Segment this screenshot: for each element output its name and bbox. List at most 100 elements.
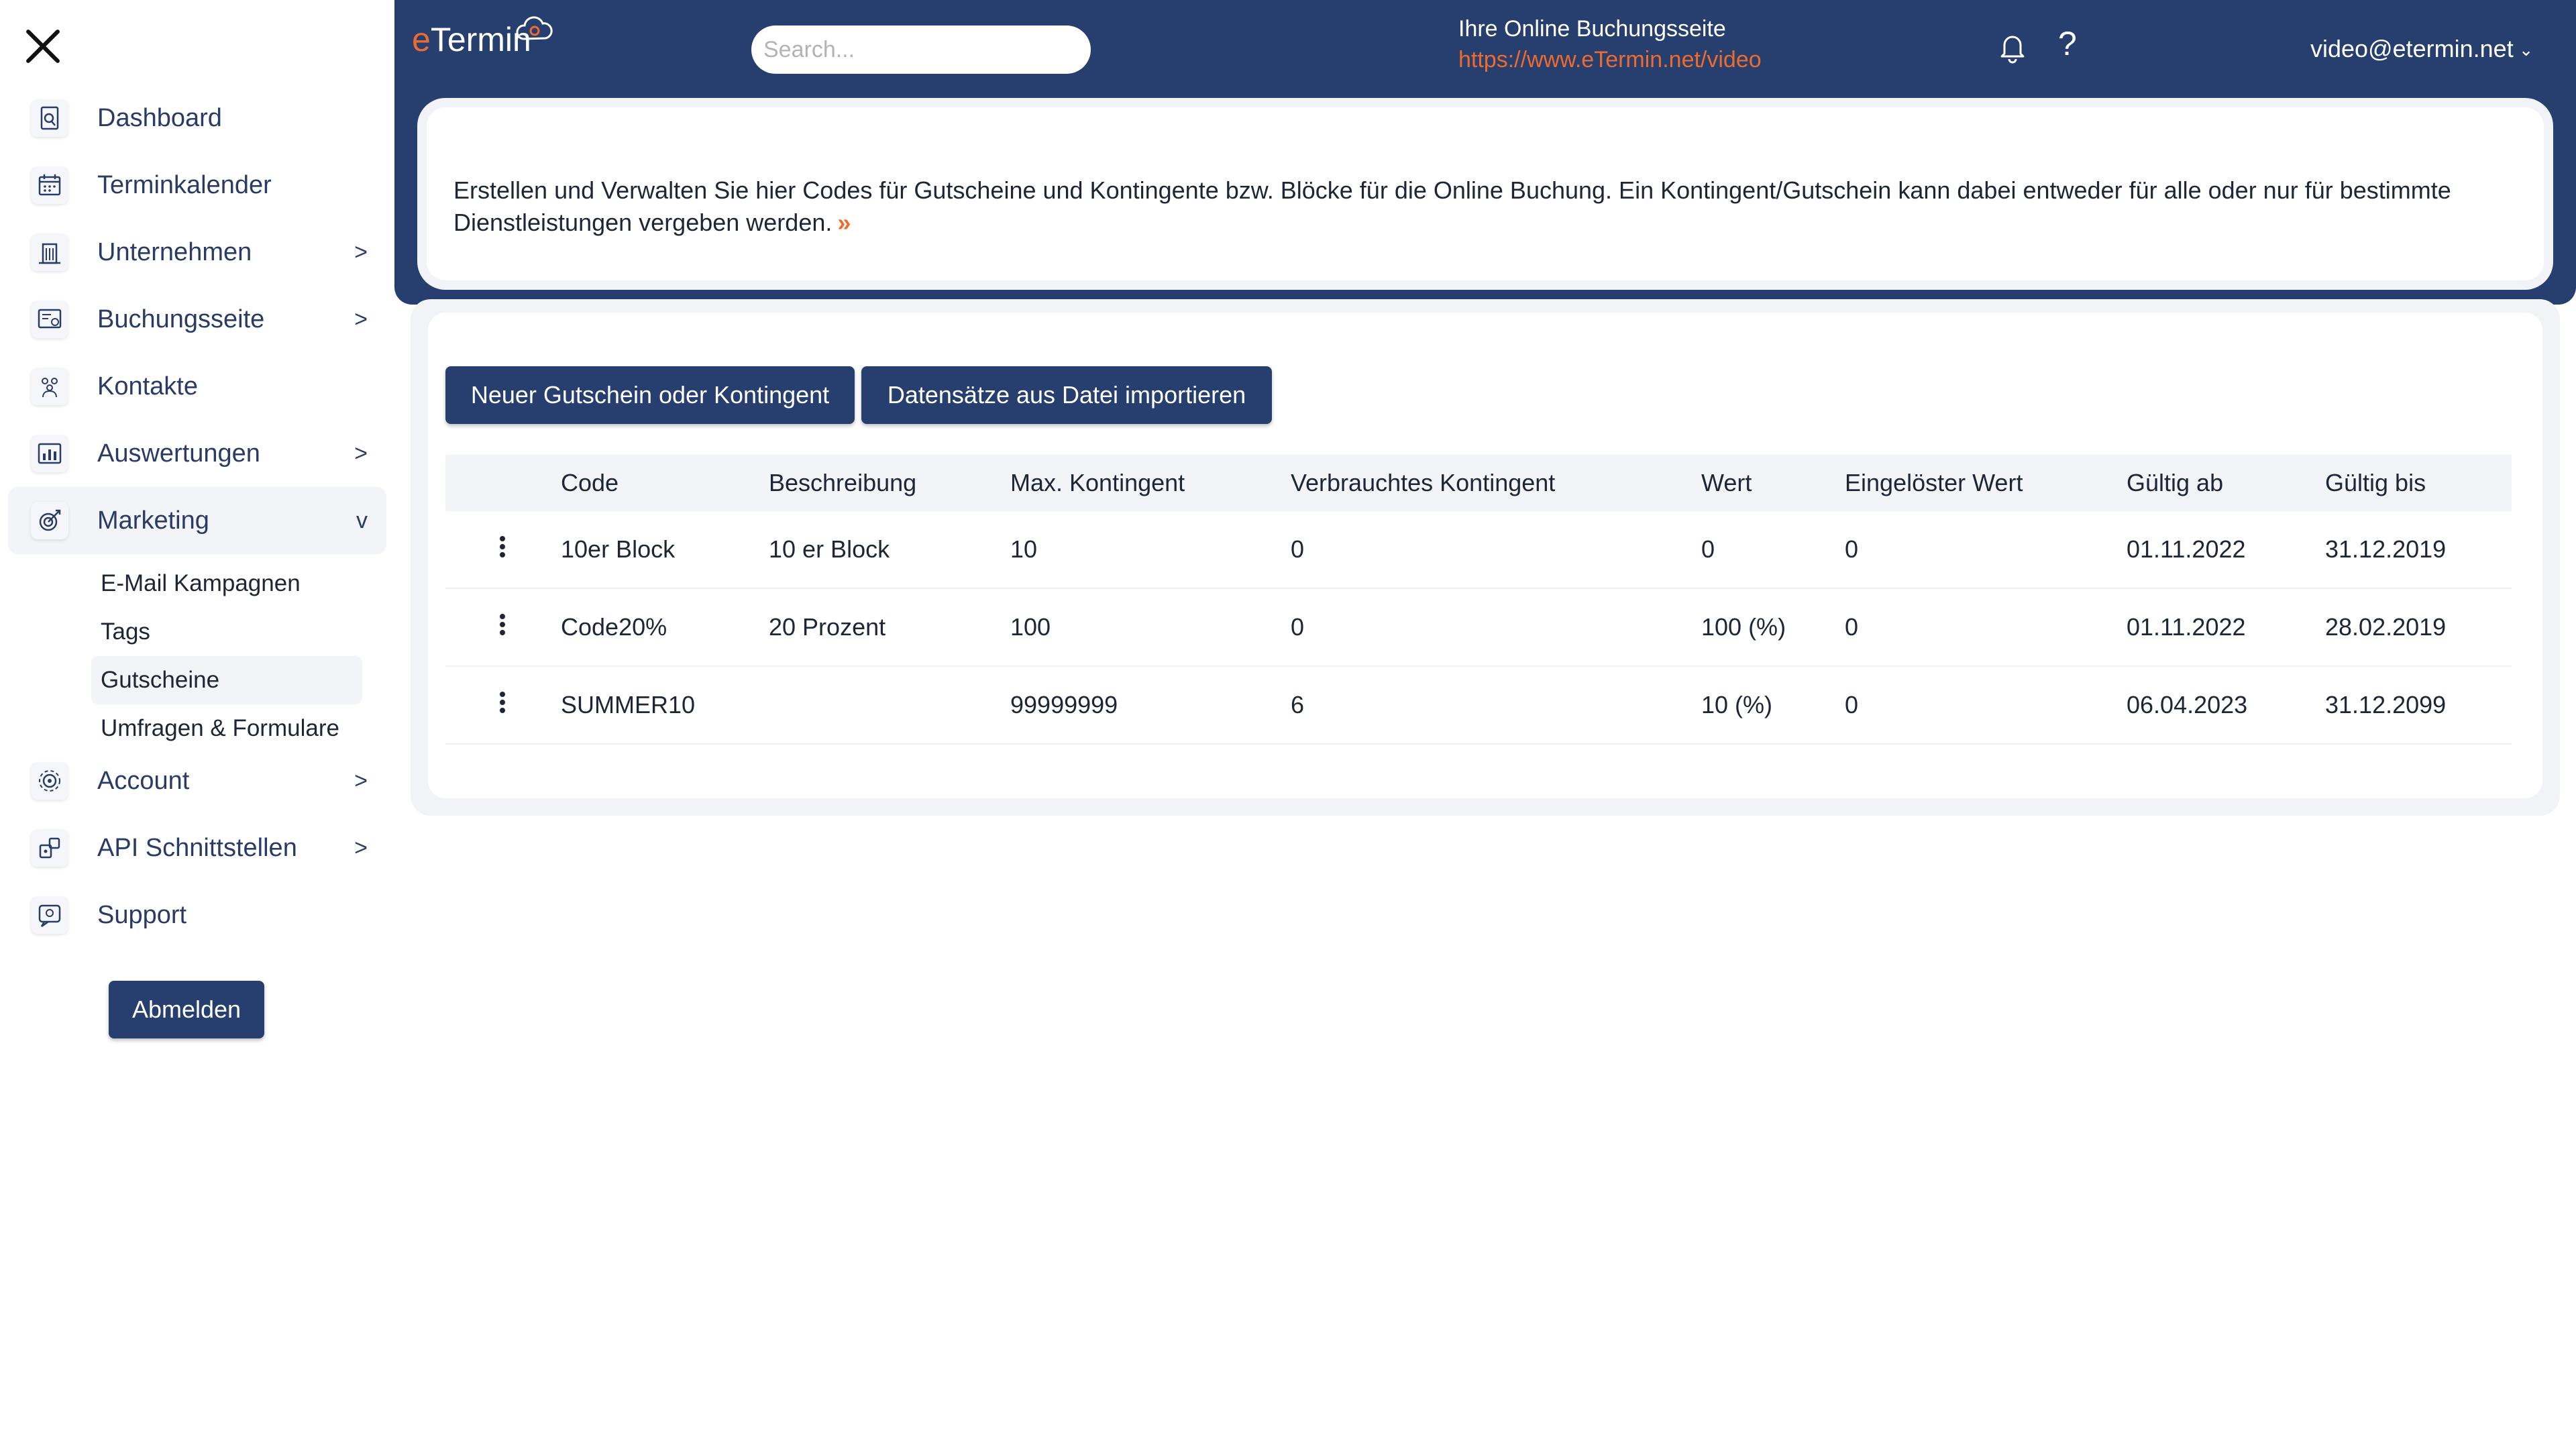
row-actions-cell [445,588,561,667]
new-voucher-button[interactable]: Neuer Gutschein oder Kontingent [445,366,855,424]
expand-arrow: > [354,239,368,265]
subnav-item-gutscheine[interactable]: Gutscheine [91,656,362,704]
cell-verbrauchtes-kontingent: 0 [1291,588,1701,667]
sidebar: Dashboard Terminkalender Unternehmen > B… [0,0,394,1449]
cell-eingeloester-wert: 0 [1845,511,2127,589]
subnav-item-email-kampagnen[interactable]: E-Mail Kampagnen [91,559,362,608]
collapse-arrow: v [356,508,368,533]
sidebar-item-marketing[interactable]: Marketing v [8,487,386,554]
row-actions-cell [445,666,561,745]
cell-wert: 10 (%) [1701,666,1845,745]
cell-verbrauchtes-kontingent: 0 [1291,511,1701,589]
cell-eingeloester-wert: 0 [1845,666,2127,745]
column-header-max-kontingent[interactable]: Max. Kontingent [1010,455,1291,511]
sidebar-item-label: Buchungsseite [97,305,265,333]
intro-card: Erstellen und Verwalten Sie hier Codes f… [427,107,2544,280]
cell-gueltig-bis: 31.12.2019 [2325,511,2512,589]
account-icon [31,762,68,800]
sidebar-item-label: Auswertungen [97,439,260,468]
subnav-item-umfragen[interactable]: Umfragen & Formulare [91,704,362,753]
expand-arrow: > [354,835,368,861]
cell-max-kontingent: 100 [1010,588,1291,667]
sidebar-nav-lower: Account > API Schnittstellen > Support [8,747,386,949]
subnav-item-tags[interactable]: Tags [91,608,362,656]
table-row: Code20% 20 Prozent 100 0 100 (%) 0 01.11… [445,588,2512,667]
cell-gueltig-ab: 06.04.2023 [2127,666,2325,745]
column-header-eingeloester-wert[interactable]: Eingelöster Wert [1845,455,2127,511]
close-menu-icon[interactable] [24,27,62,64]
cell-code: SUMMER10 [561,666,769,745]
bell-icon[interactable] [1995,30,2030,64]
column-header-gueltig-bis[interactable]: Gültig bis [2325,455,2512,511]
cloud-icon [516,16,553,40]
cell-beschreibung [769,666,1010,745]
table-row: SUMMER10 99999999 6 10 (%) 0 06.04.2023 … [445,666,2512,745]
building-icon [31,233,68,271]
chevron-down-icon: ⌄ [2518,40,2534,60]
sidebar-item-label: Support [97,901,187,929]
cell-max-kontingent: 99999999 [1010,666,1291,745]
sidebar-item-buchungsseite[interactable]: Buchungsseite > [8,286,386,353]
cell-gueltig-bis: 28.02.2019 [2325,588,2512,667]
contacts-icon [31,368,68,405]
booking-page-title: Ihre Online Buchungsseite [1458,16,1726,42]
table-row: 10er Block 10 er Block 10 0 0 0 01.11.20… [445,511,2512,589]
sidebar-item-label: Kontakte [97,372,198,400]
marketing-subnav: E-Mail Kampagnen Tags Gutscheine Umfrage… [91,559,362,753]
column-header-gueltig-ab[interactable]: Gültig ab [2127,455,2325,511]
cell-beschreibung: 10 er Block [769,511,1010,589]
vouchers-panel: Neuer Gutschein oder Kontingent Datensät… [411,299,2560,816]
sidebar-item-dashboard[interactable]: Dashboard [8,85,386,152]
intro-text-block: Erstellen und Verwalten Sie hier Codes f… [453,174,2520,239]
support-icon [31,896,68,934]
sidebar-item-label: Unternehmen [97,238,252,266]
sidebar-item-label: API Schnittstellen [97,834,297,862]
import-records-button[interactable]: Datensätze aus Datei importieren [861,366,1272,424]
expand-arrow: > [354,441,368,466]
cell-gueltig-ab: 01.11.2022 [2127,588,2325,667]
sidebar-item-api-schnittstellen[interactable]: API Schnittstellen > [8,814,386,881]
column-header-actions [445,455,561,511]
more-vertical-icon[interactable] [496,612,507,637]
marketing-icon [31,502,68,539]
sidebar-item-label: Terminkalender [97,171,272,199]
row-actions-cell [445,511,561,589]
cell-wert: 100 (%) [1701,588,1845,667]
column-header-wert[interactable]: Wert [1701,455,1845,511]
column-header-code[interactable]: Code [561,455,769,511]
cell-eingeloester-wert: 0 [1845,588,2127,667]
sidebar-item-account[interactable]: Account > [8,747,386,814]
help-icon[interactable]: ? [2058,24,2077,63]
cell-wert: 0 [1701,511,1845,589]
sidebar-item-kontakte[interactable]: Kontakte [8,353,386,420]
booking-page-link[interactable]: https://www.eTermin.net/video [1458,47,1762,73]
cell-code: Code20% [561,588,769,667]
expand-arrow: > [354,768,368,794]
cell-gueltig-bis: 31.12.2099 [2325,666,2512,745]
column-header-beschreibung[interactable]: Beschreibung [769,455,1010,511]
search-input[interactable] [751,25,1091,74]
sidebar-nav: Dashboard Terminkalender Unternehmen > B… [8,85,386,554]
vouchers-card: Neuer Gutschein oder Kontingent Datensät… [428,313,2542,798]
expand-more-icon[interactable]: » [837,209,851,236]
cell-verbrauchtes-kontingent: 6 [1291,666,1701,745]
more-vertical-icon[interactable] [496,690,507,714]
reports-icon [31,435,68,472]
cell-code: 10er Block [561,511,769,589]
more-vertical-icon[interactable] [496,535,507,559]
sidebar-item-label: Account [97,767,190,795]
intro-text: Erstellen und Verwalten Sie hier Codes f… [453,176,2451,236]
table-header-row: Code Beschreibung Max. Kontingent Verbra… [445,455,2512,511]
cell-max-kontingent: 10 [1010,511,1291,589]
column-header-verbrauchtes-kontingent[interactable]: Verbrauchtes Kontingent [1291,455,1701,511]
sidebar-item-auswertungen[interactable]: Auswertungen > [8,420,386,487]
vouchers-table: Code Beschreibung Max. Kontingent Verbra… [445,455,2512,745]
dashboard-icon [31,99,68,137]
logo-e: e [412,21,431,58]
sidebar-item-terminkalender[interactable]: Terminkalender [8,152,386,219]
sidebar-item-unternehmen[interactable]: Unternehmen > [8,219,386,286]
user-menu[interactable]: video@etermin.net ⌄ [2310,35,2534,63]
logout-button[interactable]: Abmelden [109,981,264,1038]
sidebar-item-label: Marketing [97,506,209,535]
sidebar-item-support[interactable]: Support [8,881,386,949]
